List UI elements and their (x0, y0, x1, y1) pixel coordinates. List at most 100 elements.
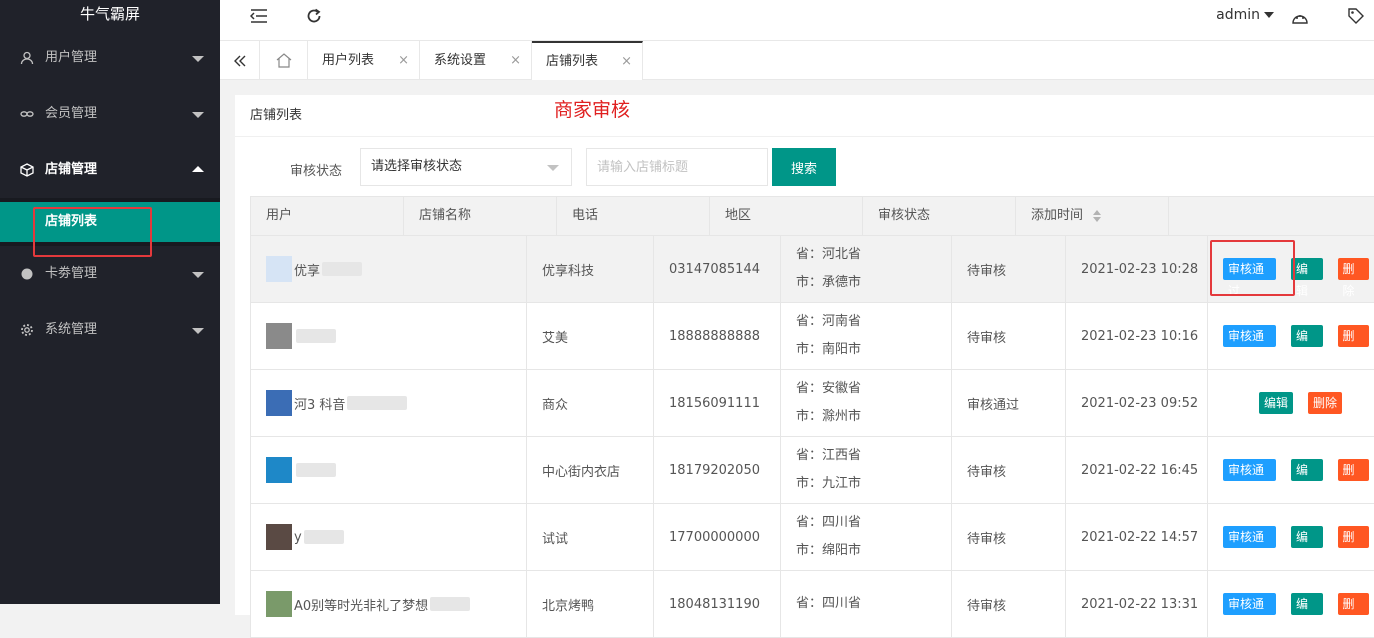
blurred-text (296, 463, 336, 477)
search-button[interactable]: 搜索 (772, 148, 836, 186)
chevron-down-icon (547, 165, 559, 171)
edit-button[interactable]: 编辑 (1291, 258, 1323, 298)
delete-button[interactable]: 删除 (1308, 392, 1343, 414)
sort-icon[interactable] (1093, 209, 1102, 222)
top-header: admin (220, 0, 1374, 40)
sidebar-item-store-management[interactable]: 店铺管理 (0, 142, 220, 198)
table-row: 艾美 18888888888 省：河南省 市：南阳市 待审核 2021-02-23 10:… (250, 303, 1374, 370)
edit-button[interactable]: 编辑 (1291, 526, 1323, 566)
avatar (266, 591, 292, 617)
cell-user: 河3 科音 (251, 370, 527, 436)
cell-phone: 03147085144 (654, 236, 781, 302)
menu-fold-icon[interactable] (249, 8, 268, 29)
approve-button[interactable]: 审核通过 (1223, 593, 1276, 633)
region-province: 省：河南省 (796, 314, 862, 329)
sidebar-item-member-management[interactable]: 会员管理 (0, 86, 220, 142)
chevron-down-icon (192, 328, 204, 334)
app-logo: 牛气霸屏 (79, 5, 140, 23)
blurred-text (430, 597, 471, 611)
tag-icon[interactable] (1348, 8, 1364, 29)
sidebar-item-system-management[interactable]: 系统管理 (0, 302, 220, 358)
cell-added-time: 2021-02-23 09:52 (1066, 370, 1208, 436)
cell-phone: 18048131190 (654, 571, 781, 637)
table-row: y 试试 17700000000 省：四川省 市：绵阳市 待审核 2021-02-22 14… (250, 504, 1374, 571)
cell-phone: 18888888888 (654, 303, 781, 369)
edit-button[interactable]: 编辑 (1291, 325, 1323, 365)
highlight-store-list (33, 207, 152, 257)
home-icon (276, 53, 291, 68)
tab-label: 系统设置 (434, 53, 487, 68)
cell-region: 省：四川省 市：绵阳市 (781, 504, 952, 570)
tab-label: 店铺列表 (546, 54, 599, 69)
cell-user: A0别等时光非礼了梦想 (251, 571, 527, 637)
chevron-down-icon (192, 56, 204, 62)
cell-status: 审核通过 (952, 370, 1066, 436)
cell-status: 待审核 (952, 571, 1066, 637)
col-header-store-name: 店铺名称 (404, 197, 557, 235)
close-icon[interactable]: × (621, 43, 632, 80)
tab-scroll-left[interactable] (220, 41, 260, 80)
cell-phone: 18179202050 (654, 437, 781, 503)
tab-system-settings[interactable]: 系统设置 × (420, 41, 532, 80)
delete-button[interactable]: 删除 (1337, 593, 1369, 633)
avatar (266, 457, 292, 483)
delete-button[interactable]: 删除 (1337, 325, 1369, 365)
sidebar-item-user-management[interactable]: 用户管理 (0, 30, 220, 86)
region-province: 省：河北省 (796, 247, 862, 262)
col-header-added-time[interactable]: 添加时间 (1016, 197, 1169, 235)
double-chevron-left-icon (233, 55, 245, 66)
sidebar: 牛气霸屏 用户管理 会员管理 店铺管理 店铺列表 卡劵管理 系统管理 (0, 0, 220, 604)
close-icon[interactable]: × (510, 41, 521, 80)
approve-button[interactable]: 审核通过 (1223, 459, 1276, 499)
delete-button[interactable]: 删除 (1337, 258, 1369, 298)
table-row: 河3 科音 商众 18156091111 省：安徽省 市：滁州市 审核通过 2021-02-… (250, 370, 1374, 437)
cell-user: y (251, 504, 527, 570)
highlight-approve-button (1210, 240, 1295, 296)
region-province: 省：四川省 (796, 596, 862, 611)
sidebar-item-label: 店铺管理 (45, 162, 98, 177)
cell-added-time: 2021-02-22 16:45 (1066, 437, 1208, 503)
cell-region: 省：四川省 (781, 571, 952, 637)
blurred-text (296, 329, 336, 343)
edit-button[interactable]: 编辑 (1291, 459, 1323, 499)
cell-actions: 审核通过 编辑 删除 (1223, 437, 1374, 503)
status-filter-label: 审核状态 (290, 164, 343, 179)
cell-status: 待审核 (952, 303, 1066, 369)
tab-store-list[interactable]: 店铺列表 × (532, 41, 643, 80)
cell-region: 省：河北省 市：承德市 (781, 236, 952, 302)
col-header-phone: 电话 (557, 197, 710, 235)
refresh-icon[interactable] (306, 8, 322, 29)
sidebar-item-label: 系统管理 (45, 322, 98, 337)
edit-button[interactable]: 编辑 (1259, 392, 1294, 414)
annotation-merchant-review: 商家审核 (554, 99, 631, 121)
status-select[interactable]: 请选择审核状态 (360, 148, 572, 186)
tab-home[interactable] (260, 41, 308, 80)
store-list-card: 店铺列表 商家审核 审核状态 请选择审核状态 搜索 用户 店铺名称 电话 地区 … (235, 95, 1374, 638)
sidebar-item-label: 用户管理 (45, 50, 98, 65)
user-name: A0别等时光非礼了梦想 (294, 598, 429, 614)
theme-palette-icon[interactable] (1291, 9, 1309, 30)
delete-button[interactable]: 删除 (1337, 459, 1369, 499)
cell-store-name: 艾美 (527, 303, 654, 369)
chevron-down-icon (192, 272, 204, 278)
user-icon (20, 30, 34, 86)
approve-button[interactable]: 审核通过 (1223, 526, 1276, 566)
edit-button[interactable]: 编辑 (1291, 593, 1323, 633)
delete-button[interactable]: 删除 (1337, 526, 1369, 566)
approve-button[interactable]: 审核通过 (1223, 325, 1276, 365)
tab-user-list[interactable]: 用户列表 × (308, 41, 420, 80)
gear-icon (20, 302, 34, 358)
cell-store-name: 中心街内衣店 (527, 437, 654, 503)
blurred-text (303, 530, 344, 544)
region-province: 省：安徽省 (796, 381, 862, 396)
region-city: 市：绵阳市 (796, 543, 862, 558)
admin-menu[interactable]: admin (1216, 7, 1274, 23)
table-row: 优享 优享科技 03147085144 省：河北省 市：承德市 待审核 2021-02-23… (250, 236, 1374, 303)
cell-store-name: 商众 (527, 370, 654, 436)
link-icon (20, 86, 34, 142)
avatar (266, 390, 292, 416)
store-title-input[interactable] (586, 148, 768, 186)
cell-phone: 17700000000 (654, 504, 781, 570)
cell-added-time: 2021-02-23 10:16 (1066, 303, 1208, 369)
close-icon[interactable]: × (398, 41, 409, 80)
